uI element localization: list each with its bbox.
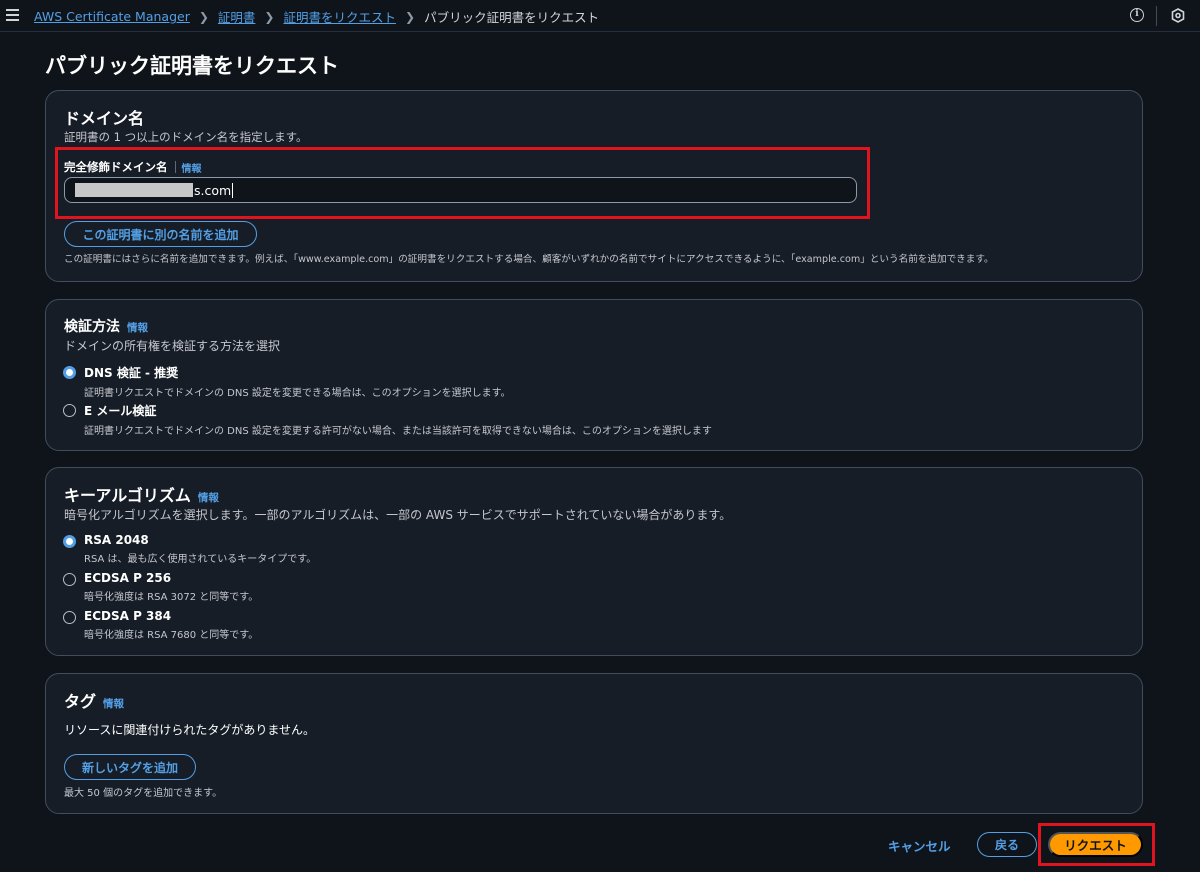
hamburger-menu-icon[interactable] [6, 9, 19, 21]
add-another-name-button[interactable]: この証明書に別の名前を追加 [64, 221, 257, 247]
validation-panel-title: 検証方法 [64, 319, 120, 335]
key-algorithm-panel: キーアルゴリズム 情報 暗号化アルゴリズムを選択します。一部のアルゴリズムは、一… [45, 467, 1143, 656]
radio-option-rsa2048[interactable]: RSA 2048 RSA は、最も広く使用されているキータイプです。 [63, 533, 316, 565]
tags-panel-header: タグ 情報 [64, 688, 124, 712]
breadcrumb-chevron-icon: ❯ [405, 9, 416, 24]
radio-dns-label: DNS 検証 - 推奨 [84, 366, 179, 380]
breadcrumb-link-certificates[interactable]: 証明書 [218, 7, 256, 26]
radio-dns[interactable] [63, 366, 76, 379]
domain-panel-description: 証明書の 1 つ以上のドメイン名を指定します。 [64, 130, 308, 144]
breadcrumb-link-acm[interactable]: AWS Certificate Manager [34, 9, 190, 24]
tags-limit-text: 最大 50 個のタグを追加できます。 [64, 788, 223, 799]
radio-option-dns[interactable]: DNS 検証 - 推奨 証明書リクエストでドメインの DNS 設定を変更できる場… [63, 364, 511, 399]
radio-ecdsa256-label: ECDSA P 256 [84, 571, 172, 585]
domain-panel-title: ドメイン名 [64, 109, 145, 128]
radio-option-ecdsa256[interactable]: ECDSA P 256 暗号化強度は RSA 3072 と同等です。 [63, 571, 258, 603]
add-new-tag-button[interactable]: 新しいタグを追加 [64, 754, 196, 780]
radio-option-email[interactable]: E メール検証 証明書リクエストでドメインの DNS 設定を変更する許可がない場… [63, 402, 712, 437]
algorithm-info-link[interactable]: 情報 [198, 490, 219, 505]
radio-ecdsa384-desc: 暗号化強度は RSA 7680 と同等です。 [84, 630, 259, 641]
tags-panel-title: タグ [64, 692, 97, 711]
page-title: パブリック証明書をリクエスト [45, 54, 339, 78]
breadcrumb-current: パブリック証明書をリクエスト [424, 10, 600, 25]
radio-email[interactable] [63, 404, 76, 417]
breadcrumb-chevron-icon: ❯ [264, 9, 275, 24]
radio-dns-desc: 証明書リクエストでドメインの DNS 設定を変更できる場合は、このオプションを選… [84, 388, 511, 399]
add-name-help-text: この証明書にはさらに名前を追加できます。例えば、「www.example.com… [64, 254, 994, 265]
radio-ecdsa384-label: ECDSA P 384 [84, 609, 172, 623]
radio-email-label: E メール検証 [84, 404, 157, 418]
validation-method-panel: 検証方法 情報 ドメインの所有権を検証する方法を選択 DNS 検証 - 推奨 証… [45, 299, 1143, 451]
back-button[interactable]: 戻る [977, 832, 1037, 857]
radio-rsa2048-label: RSA 2048 [84, 533, 149, 547]
cancel-button[interactable]: キャンセル [888, 836, 951, 855]
radio-email-desc: 証明書リクエストでドメインの DNS 設定を変更する許可がない場合、または当該許… [84, 426, 712, 437]
algorithm-panel-title: キーアルゴリズム [64, 486, 191, 505]
radio-ecdsa256[interactable] [63, 573, 76, 586]
highlight-box-submit [1038, 823, 1155, 866]
radio-ecdsa384[interactable] [63, 611, 76, 624]
radio-rsa2048[interactable] [63, 535, 76, 548]
tags-info-link[interactable]: 情報 [103, 696, 124, 711]
highlight-box-fqdn [55, 147, 870, 219]
algorithm-panel-header: キーアルゴリズム 情報 [64, 482, 219, 506]
breadcrumb: AWS Certificate Manager ❯ 証明書 ❯ 証明書をリクエス… [34, 7, 599, 26]
validation-panel-description: ドメインの所有権を検証する方法を選択 [64, 339, 281, 353]
algorithm-panel-description: 暗号化アルゴリズムを選択します。一部のアルゴリズムは、一部の AWS サービスで… [64, 508, 732, 522]
top-navigation-bar: AWS Certificate Manager ❯ 証明書 ❯ 証明書をリクエス… [0, 0, 1200, 32]
validation-panel-header: 検証方法 情報 [64, 316, 148, 336]
radio-rsa2048-desc: RSA は、最も広く使用されているキータイプです。 [84, 554, 317, 565]
tags-empty-text: リソースに関連付けられたタグがありません。 [64, 723, 316, 737]
radio-ecdsa256-desc: 暗号化強度は RSA 3072 と同等です。 [84, 592, 259, 603]
settings-hex-icon[interactable] [1171, 8, 1185, 23]
info-circle-icon[interactable]: i [1130, 8, 1144, 22]
tags-panel: タグ 情報 リソースに関連付けられたタグがありません。 新しいタグを追加 最大 … [45, 673, 1143, 814]
validation-info-link[interactable]: 情報 [127, 320, 148, 335]
radio-option-ecdsa384[interactable]: ECDSA P 384 暗号化強度は RSA 7680 と同等です。 [63, 609, 258, 641]
topbar-divider [1156, 6, 1157, 26]
breadcrumb-link-request[interactable]: 証明書をリクエスト [283, 7, 396, 26]
breadcrumb-chevron-icon: ❯ [198, 9, 209, 24]
